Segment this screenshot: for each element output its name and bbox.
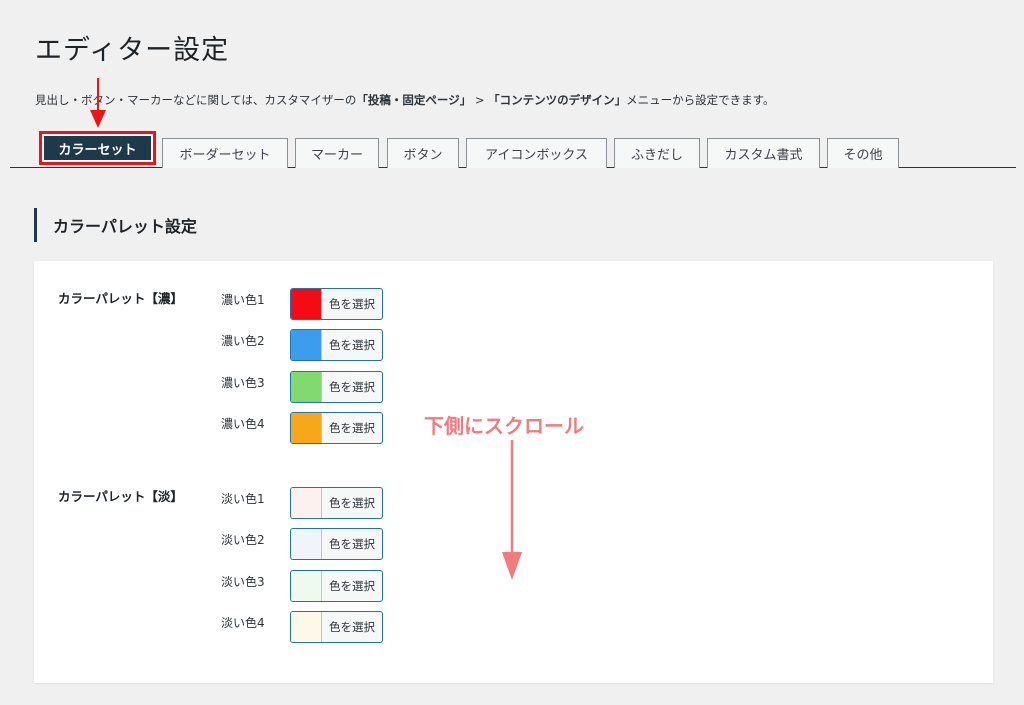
color-picker-dark-3[interactable]: 色を選択 bbox=[290, 371, 383, 403]
tab-custom-format[interactable]: カスタム書式 bbox=[707, 138, 820, 168]
page-title: エディター設定 bbox=[35, 35, 230, 66]
select-color-label: 色を選択 bbox=[329, 496, 375, 510]
description-text: 見出し・ボタン・マーカーなどに関しては、カスタマイザーの bbox=[35, 93, 357, 107]
color-swatch bbox=[291, 413, 322, 443]
color-picker-dark-2[interactable]: 色を選択 bbox=[290, 329, 383, 361]
red-arrow-down-icon bbox=[90, 78, 106, 128]
color-swatch bbox=[291, 612, 322, 642]
group-label-dark: カラーパレット【濃】 bbox=[58, 291, 183, 306]
color-swatch bbox=[291, 529, 322, 559]
tab-icon-box[interactable]: アイコンボックス bbox=[466, 138, 607, 168]
color-picker-light-4[interactable]: 色を選択 bbox=[290, 611, 383, 643]
scroll-hint-annotation: 下側にスクロール bbox=[424, 414, 584, 438]
color-picker-dark-4[interactable]: 色を選択 bbox=[290, 412, 383, 444]
color-swatch bbox=[291, 571, 322, 601]
tab-other[interactable]: その他 bbox=[827, 138, 899, 168]
row-label-dark-3: 濃い色3 bbox=[221, 376, 265, 390]
select-color-label: 色を選択 bbox=[329, 380, 375, 394]
color-swatch bbox=[291, 330, 322, 360]
tab-marker[interactable]: マーカー bbox=[295, 138, 379, 168]
group-label-light: カラーパレット【淡】 bbox=[58, 489, 183, 504]
color-picker-light-1[interactable]: 色を選択 bbox=[290, 487, 383, 519]
section-title: カラーパレット設定 bbox=[34, 208, 197, 242]
select-color-label: 色を選択 bbox=[329, 537, 375, 551]
color-picker-light-3[interactable]: 色を選択 bbox=[290, 570, 383, 602]
row-label-light-4: 淡い色4 bbox=[221, 616, 265, 630]
row-label-light-1: 淡い色1 bbox=[221, 492, 265, 506]
tab-speech-bubble[interactable]: ふきだし bbox=[614, 138, 700, 168]
color-swatch bbox=[291, 488, 322, 518]
page-description: 見出し・ボタン・マーカーなどに関しては、カスタマイザーの「投稿・固定ページ」 >… bbox=[35, 92, 775, 108]
description-text-end: メニューから設定できます。 bbox=[626, 93, 775, 107]
description-link-content-design: 「コンテンツのデザイン」 bbox=[488, 93, 627, 107]
description-separator: > bbox=[471, 93, 489, 107]
tab-button[interactable]: ボタン bbox=[387, 138, 459, 168]
row-label-light-2: 淡い色2 bbox=[221, 533, 265, 547]
select-color-label: 色を選択 bbox=[329, 421, 375, 435]
color-picker-dark-1[interactable]: 色を選択 bbox=[290, 288, 383, 320]
tab-bar: カラーセット ボーダーセット マーカー ボタン アイコンボックス ふきだし カス… bbox=[10, 128, 1016, 168]
tab-color-set[interactable]: カラーセット bbox=[39, 131, 156, 165]
color-swatch bbox=[291, 289, 322, 319]
row-label-dark-1: 濃い色1 bbox=[221, 293, 265, 307]
select-color-label: 色を選択 bbox=[329, 620, 375, 634]
description-link-posts: 「投稿・固定ページ」 bbox=[356, 93, 472, 107]
color-picker-light-2[interactable]: 色を選択 bbox=[290, 528, 383, 560]
select-color-label: 色を選択 bbox=[329, 338, 375, 352]
tab-border-set[interactable]: ボーダーセット bbox=[162, 138, 288, 168]
row-label-dark-4: 濃い色4 bbox=[221, 417, 265, 431]
color-swatch bbox=[291, 372, 322, 402]
row-label-light-3: 淡い色3 bbox=[221, 575, 265, 589]
select-color-label: 色を選択 bbox=[329, 297, 375, 311]
select-color-label: 色を選択 bbox=[329, 579, 375, 593]
row-label-dark-2: 濃い色2 bbox=[221, 334, 265, 348]
pink-arrow-down-icon bbox=[502, 440, 522, 580]
